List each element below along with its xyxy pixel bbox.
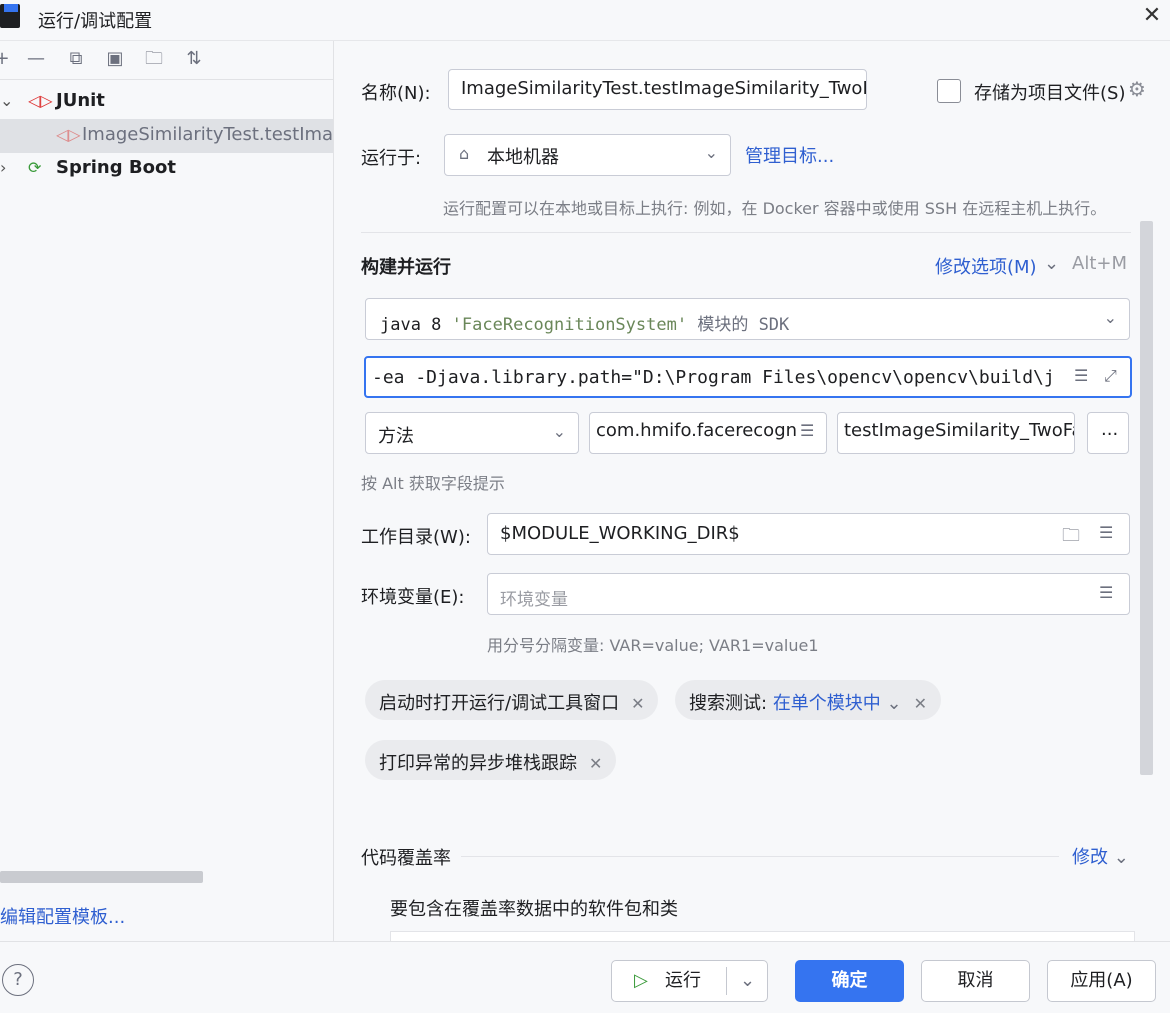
sort-icon[interactable]: ⇅ [182, 47, 206, 71]
store-as-project-checkbox[interactable] [937, 79, 961, 103]
junit-icon: ◁▷ [28, 91, 53, 110]
chip-open-tool-window[interactable]: 启动时打开运行/调试工具窗口 ✕ [365, 680, 659, 720]
env-input[interactable]: 环境变量 ☰ [487, 573, 1130, 615]
chip-async-stack[interactable]: 打印异常的异步堆栈跟踪 ✕ [365, 740, 617, 780]
method-input[interactable]: testImageSimilarity_TwoFa [837, 412, 1075, 454]
coverage-list[interactable] [390, 931, 1135, 941]
apply-button[interactable]: 应用(A) [1047, 960, 1156, 1002]
chevron-down-icon[interactable]: ⌄ [887, 693, 902, 714]
expand-icon[interactable]: ⤢ [1100, 366, 1121, 386]
workdir-input[interactable]: $MODULE_WORKING_DIR$ 🗀 ☰ [487, 513, 1130, 555]
spring-boot-icon: ⟳ [28, 158, 42, 177]
more-button[interactable]: ... [1087, 412, 1129, 454]
tree-label-junit: JUnit [56, 90, 105, 111]
list-icon[interactable]: ☰ [1099, 583, 1113, 602]
chevron-down-icon: ⌄ [704, 143, 718, 162]
run-button[interactable]: ▷ 运行 ⌄ [611, 960, 768, 1002]
divider [361, 232, 1131, 233]
coverage-include-label: 要包含在覆盖率数据中的软件包和类 [390, 899, 678, 920]
name-label: 名称(N): [361, 83, 431, 104]
cancel-button[interactable]: 取消 [921, 960, 1030, 1002]
config-form: 名称(N): ImageSimilarityTest.testImageSimi… [334, 41, 1170, 941]
tree-label-test: ImageSimilarityTest.testImag [82, 124, 345, 145]
sdk-suffix: 模块的 SDK [697, 315, 790, 335]
new-folder-icon[interactable]: 🗀 [142, 47, 166, 71]
chevron-down-icon[interactable]: ⌄ [0, 91, 13, 110]
sdk-module: 'FaceRecognitionSystem' [451, 315, 688, 335]
env-label: 环境变量(E): [361, 587, 465, 608]
edit-templates-link[interactable]: 编辑配置模板... [0, 903, 125, 929]
gear-icon[interactable]: ⚙ [1128, 77, 1146, 101]
copy-icon[interactable]: ⧉ [64, 47, 88, 71]
coverage-modify-link[interactable]: 修改 ⌄ [1072, 843, 1129, 869]
title-bar: 运行/调试配置 ✕ [0, 0, 1170, 41]
list-icon[interactable]: ☰ [1099, 523, 1113, 542]
jre-select[interactable]: java 8 'FaceRecognitionSystem' 模块的 SDK ⌄ [365, 298, 1130, 340]
horizontal-scrollbar[interactable] [0, 871, 203, 883]
list-icon[interactable]: ☰ [1070, 366, 1093, 385]
coverage-heading: 代码覆盖率 [361, 848, 451, 869]
modify-options-chevron-icon[interactable]: ⌄ [1044, 253, 1059, 274]
config-tree-panel: + — ⧉ ▣ 🗀 ⇅ ⌄ ◁▷ JUnit ◁▷ ImageSimilarit… [0, 41, 345, 941]
alt-hint: 按 Alt 获取字段提示 [361, 474, 505, 493]
help-icon[interactable]: ? [2, 964, 34, 996]
folder-icon[interactable]: 🗀 [1062, 523, 1080, 553]
modify-options-link[interactable]: 修改选项(M) [935, 253, 1037, 279]
save-icon[interactable]: ▣ [103, 47, 127, 71]
close-icon[interactable]: ✕ [914, 694, 927, 713]
close-icon[interactable]: ✕ [589, 754, 602, 773]
tree-item-test[interactable]: ◁▷ ImageSimilarityTest.testImag [0, 119, 345, 153]
tree-item-junit[interactable]: ⌄ ◁▷ JUnit [0, 85, 333, 119]
tree-label-spring: Spring Boot [56, 157, 176, 178]
name-input[interactable]: ImageSimilarityTest.testImageSimilarity_… [448, 69, 867, 110]
vertical-scrollbar[interactable] [1140, 221, 1153, 775]
chevron-right-icon[interactable]: › [0, 158, 6, 177]
dialog-buttons: ? ▷ 运行 ⌄ 确定 取消 应用(A) [0, 941, 1170, 1013]
intellij-icon [0, 4, 20, 28]
sdk-version: java 8 [380, 315, 442, 335]
chevron-down-icon[interactable]: ⌄ [740, 961, 755, 1001]
manage-targets-link[interactable]: 管理目标... [745, 142, 834, 168]
env-hint: 用分号分隔变量: VAR=value; VAR1=value1 [487, 636, 819, 655]
add-icon[interactable]: + [0, 47, 14, 71]
tree-toolbar: + — ⧉ ▣ 🗀 ⇅ [0, 41, 333, 80]
close-icon[interactable]: ✕ [631, 694, 644, 713]
remove-icon[interactable]: — [24, 47, 48, 71]
test-kind-select[interactable]: 方法 ⌄ [365, 412, 579, 454]
chevron-down-icon: ⌄ [1103, 308, 1117, 327]
run-on-hint: 运行配置可以在本地或目标上执行: 例如，在 Docker 容器中或使用 SSH … [443, 199, 1107, 218]
tree-item-spring-boot[interactable]: › ⟳ Spring Boot [0, 152, 333, 186]
build-run-heading: 构建并运行 [361, 257, 451, 278]
store-as-project-label: 存储为项目文件(S) [974, 83, 1126, 104]
chevron-down-icon: ⌄ [552, 422, 566, 441]
chip-search-tests[interactable]: 搜索测试: 在单个模块中 ⌄ ✕ [675, 680, 942, 720]
window-title: 运行/调试配置 [38, 11, 153, 32]
divider [461, 856, 1059, 857]
run-on-select[interactable]: ⌂ 本地机器 ⌄ [444, 134, 731, 176]
ok-button[interactable]: 确定 [795, 960, 904, 1002]
junit-test-icon: ◁▷ [56, 125, 81, 144]
home-icon: ⌂ [459, 144, 470, 163]
run-on-label: 运行于: [361, 148, 422, 169]
play-icon: ▷ [634, 970, 648, 991]
list-icon[interactable]: ☰ [797, 421, 818, 440]
modify-options-shortcut: Alt+M [1072, 253, 1127, 274]
close-icon[interactable]: ✕ [1140, 4, 1164, 28]
workdir-label: 工作目录(W): [361, 527, 471, 548]
class-input[interactable]: com.hmifo.facerecogni ☰ [589, 412, 827, 454]
divider [726, 967, 727, 995]
vm-options-input[interactable]: -ea -Djava.library.path="D:\Program File… [364, 356, 1132, 398]
